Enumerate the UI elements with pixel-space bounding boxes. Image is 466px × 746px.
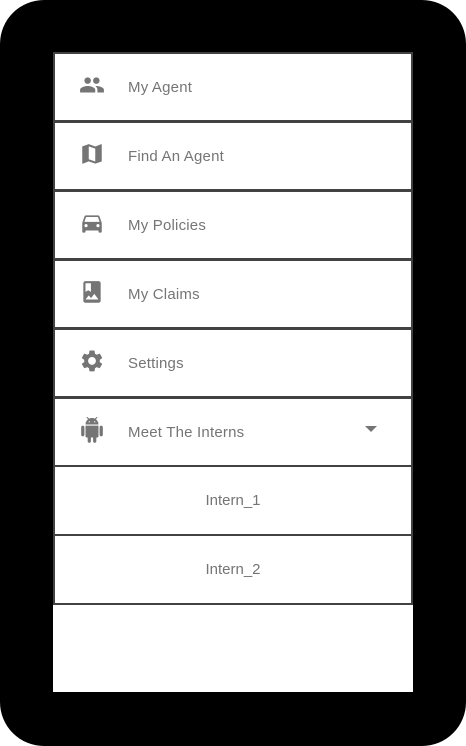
- menu-item-my-agent[interactable]: My Agent: [53, 52, 413, 122]
- menu-item-find-an-agent[interactable]: Find An Agent: [53, 122, 413, 191]
- device-frame: My Agent Find An Agent My Policies My Cl…: [0, 0, 466, 746]
- menu-item-label: My Agent: [128, 78, 193, 96]
- menu-item-label: Meet The Interns: [128, 423, 245, 441]
- photo-album-icon: [79, 279, 105, 305]
- sub-item-label: Intern_1: [205, 492, 261, 509]
- people-icon: [79, 72, 105, 98]
- menu-item-my-claims[interactable]: My Claims: [53, 260, 413, 329]
- car-icon: [79, 210, 105, 236]
- menu-item-label: Settings: [128, 354, 184, 372]
- menu-item-my-policies[interactable]: My Policies: [53, 191, 413, 260]
- menu-item-meet-the-interns[interactable]: Meet The Interns: [53, 398, 413, 467]
- gear-icon: [79, 348, 105, 374]
- map-icon: [79, 141, 105, 167]
- nav-menu: My Agent Find An Agent My Policies My Cl…: [53, 52, 413, 605]
- menu-item-settings[interactable]: Settings: [53, 329, 413, 398]
- sub-item-intern-1[interactable]: Intern_1: [53, 467, 413, 536]
- chevron-down-icon[interactable]: [365, 426, 377, 432]
- menu-item-label: My Policies: [128, 216, 207, 234]
- menu-item-label: Find An Agent: [128, 147, 225, 165]
- app-screen: My Agent Find An Agent My Policies My Cl…: [53, 52, 413, 692]
- sub-item-intern-2[interactable]: Intern_2: [53, 536, 413, 605]
- menu-item-label: My Claims: [128, 285, 200, 303]
- android-icon: [79, 416, 105, 443]
- sub-item-label: Intern_2: [205, 561, 261, 578]
